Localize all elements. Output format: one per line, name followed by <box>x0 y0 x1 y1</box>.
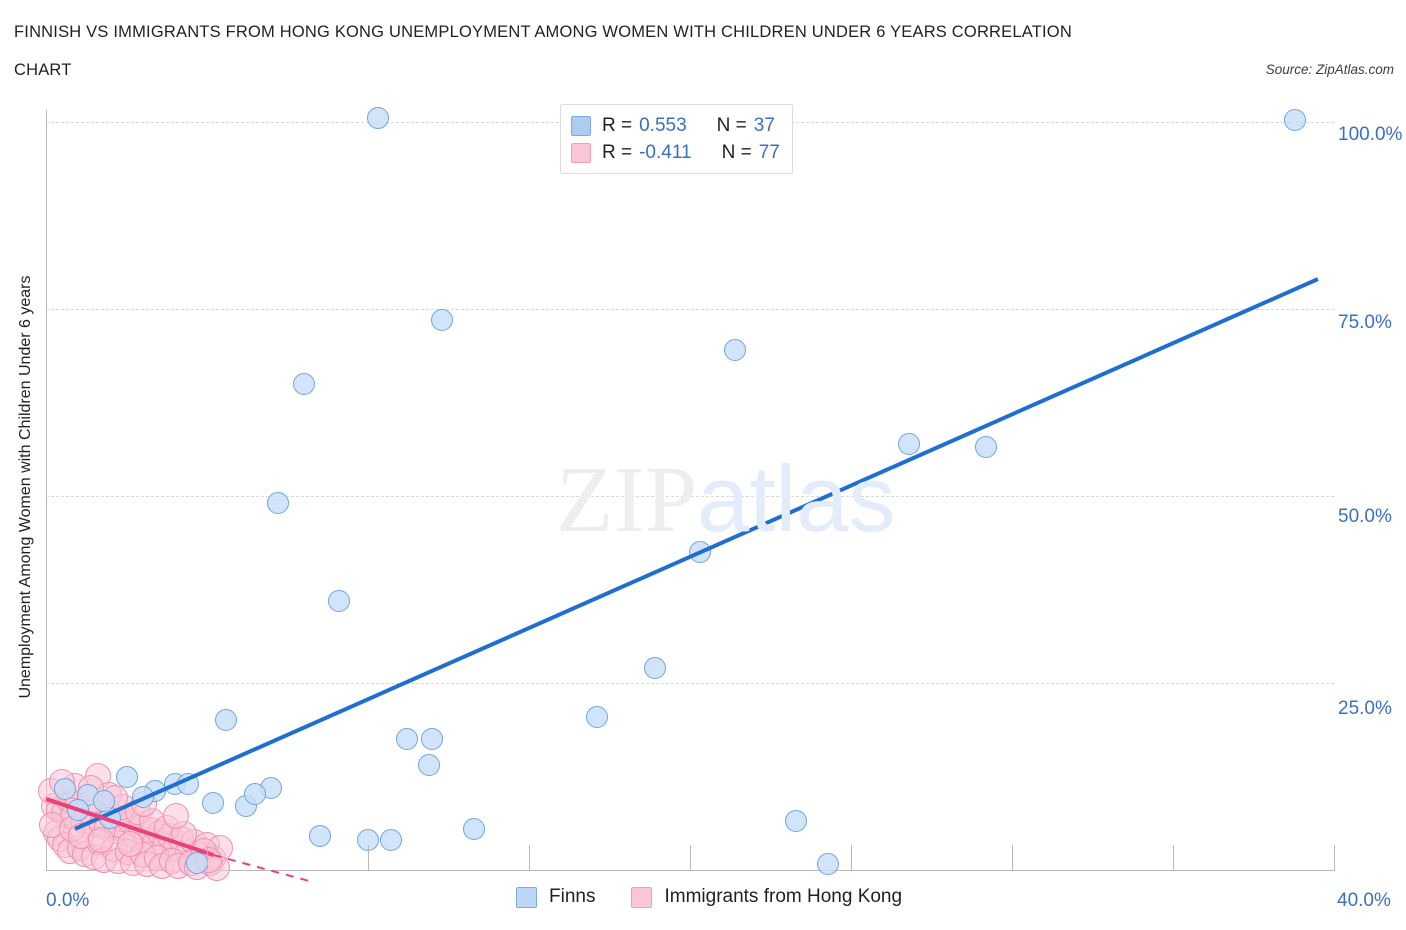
legend-swatch-hong-kong <box>571 142 591 163</box>
r-value-hong-kong: -0.411 <box>639 141 692 163</box>
legend-item-hong-kong[interactable]: Immigrants from Hong Kong <box>631 886 938 908</box>
x-axis-tick-2 <box>368 845 369 870</box>
data-point[interactable] <box>418 754 441 777</box>
data-point[interactable] <box>266 492 289 515</box>
legend-color-finns <box>516 886 537 908</box>
data-point[interactable] <box>724 339 747 362</box>
page-title-line-2: CHART <box>14 61 72 79</box>
data-point[interactable] <box>67 799 90 822</box>
correlation-row-hong-kong: R = -0.411 N = 77 <box>571 139 780 166</box>
data-point[interactable] <box>186 851 209 874</box>
n-label-hong-kong: N = <box>721 141 752 163</box>
data-point[interactable] <box>131 785 154 808</box>
series-legend: Finns Immigrants from Hong Kong <box>516 886 938 908</box>
data-point[interactable] <box>115 765 138 788</box>
data-point[interactable] <box>215 709 238 732</box>
legend-item-finns[interactable]: Finns <box>516 886 631 908</box>
data-point[interactable] <box>1284 108 1307 131</box>
data-point[interactable] <box>87 827 114 854</box>
data-point[interactable] <box>202 791 225 814</box>
data-point[interactable] <box>308 825 331 848</box>
data-point[interactable] <box>585 705 608 728</box>
y-axis-title: Unemployment Among Women with Children U… <box>17 275 34 699</box>
data-point[interactable] <box>116 830 143 857</box>
plot-area <box>37 107 1334 881</box>
x-tick-label-min: 0.0% <box>46 890 90 911</box>
gridline-25 <box>46 683 1334 684</box>
y-tick-label-100: 100.0% <box>1338 124 1403 145</box>
gridline-75 <box>46 309 1334 310</box>
y-tick-label-50: 50.0% <box>1338 506 1392 527</box>
correlation-legend: R = 0.553 N = 37 R = -0.411 N = 77 <box>560 104 793 174</box>
x-axis-line <box>46 870 1335 871</box>
data-point[interactable] <box>817 853 840 876</box>
n-label-finns: N = <box>716 114 747 136</box>
legend-label-finns: Finns <box>549 886 596 907</box>
data-point[interactable] <box>785 810 808 833</box>
data-point[interactable] <box>92 790 115 813</box>
data-point[interactable] <box>431 309 454 332</box>
data-point[interactable] <box>688 541 711 564</box>
source-attribution: Source: ZipAtlas.com <box>1265 62 1394 77</box>
data-point[interactable] <box>163 803 190 830</box>
data-point[interactable] <box>328 589 351 612</box>
gridline-50 <box>46 496 1334 497</box>
n-value-hong-kong: 77 <box>758 141 780 163</box>
data-point[interactable] <box>176 772 199 795</box>
data-point[interactable] <box>379 829 402 852</box>
y-tick-label-25: 25.0% <box>1338 698 1392 719</box>
data-point[interactable] <box>975 436 998 459</box>
x-axis-tick-4 <box>690 845 691 870</box>
legend-swatch-finns <box>571 115 591 136</box>
correlation-row-finns: R = 0.553 N = 37 <box>571 112 780 139</box>
x-axis-tick-6 <box>1012 845 1013 870</box>
r-label-finns: R = <box>602 114 633 136</box>
x-axis-tick-5 <box>851 845 852 870</box>
x-axis-tick-1 <box>207 845 208 870</box>
data-point[interactable] <box>292 372 315 395</box>
x-tick-label-max: 40.0% <box>1337 890 1391 911</box>
data-point[interactable] <box>54 778 77 801</box>
x-axis-tick-3 <box>529 845 530 870</box>
r-value-finns: 0.553 <box>639 114 687 136</box>
page-title-line-1: FINNISH VS IMMIGRANTS FROM HONG KONG UNE… <box>14 23 1072 41</box>
legend-color-hong-kong <box>631 886 653 908</box>
data-point[interactable] <box>897 432 920 455</box>
y-tick-label-75: 75.0% <box>1338 312 1392 333</box>
legend-label-hong-kong: Immigrants from Hong Kong <box>664 886 903 907</box>
r-label-hong-kong: R = <box>602 141 633 163</box>
n-value-finns: 37 <box>753 114 775 136</box>
data-point[interactable] <box>463 817 486 840</box>
data-point[interactable] <box>244 782 267 805</box>
data-point[interactable] <box>366 107 389 130</box>
data-point[interactable] <box>421 728 444 751</box>
x-axis-tick-8 <box>1334 845 1335 870</box>
data-point[interactable] <box>395 728 418 751</box>
data-point[interactable] <box>643 657 666 680</box>
x-axis-tick-7 <box>1173 845 1174 870</box>
